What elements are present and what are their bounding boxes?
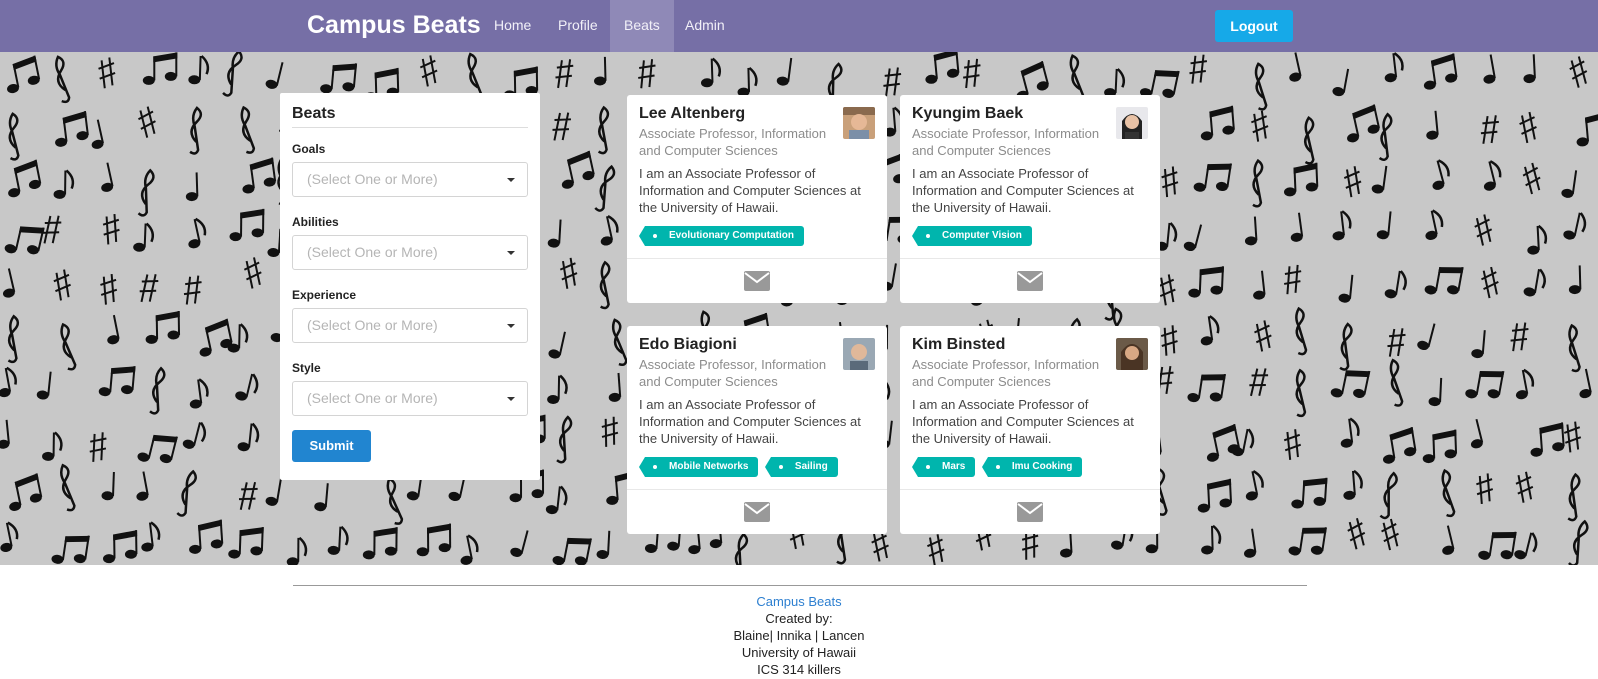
card-name: Lee Altenberg [639, 105, 746, 122]
interest-tag[interactable]: Sailing [764, 457, 838, 477]
experience-select[interactable]: (Select One or More) [292, 308, 528, 343]
card-title: Associate Professor, Information and Com… [639, 126, 827, 158]
style-select[interactable]: (Select One or More) [292, 381, 528, 416]
card-tags: Computer Vision [912, 225, 1148, 246]
footer-university: University of Hawaii [741, 645, 857, 660]
avatar [843, 107, 875, 139]
card-title: Associate Professor, Information and Com… [912, 357, 1100, 389]
card-tags: Mobile Networks Sailing [638, 456, 875, 477]
envelope-icon [744, 270, 770, 291]
nav-beats[interactable]: Beats [610, 0, 674, 52]
card-content: Kim Binsted Associate Professor, Informa… [900, 326, 1160, 490]
abilities-select[interactable]: (Select One or More) [292, 235, 528, 270]
experience-placeholder: (Select One or More) [307, 317, 438, 333]
abilities-label: Abilities [292, 215, 339, 229]
footer-text: Campus Beats Created by: Blaine| Innika … [0, 593, 1598, 678]
experience-label: Experience [292, 288, 357, 302]
email-button[interactable] [627, 259, 887, 302]
chevron-down-icon [507, 251, 515, 255]
goals-label: Goals [292, 142, 326, 156]
card-bio: I am an Associate Professor of Informati… [912, 397, 1134, 446]
footer-divider [293, 585, 1307, 586]
profile-card: Edo Biagioni Associate Professor, Inform… [627, 326, 887, 534]
card-title: Associate Professor, Information and Com… [639, 357, 827, 389]
footer-authors: Blaine| Innika | Lancen [733, 628, 865, 643]
interest-tag[interactable]: Computer Vision [912, 226, 1032, 246]
footer: Campus Beats Created by: Blaine| Innika … [0, 565, 1598, 679]
chevron-down-icon [507, 324, 515, 328]
goals-placeholder: (Select One or More) [307, 171, 438, 187]
email-button[interactable] [900, 259, 1160, 302]
card-tags: Evolutionary Computation [639, 225, 875, 246]
card-name: Kim Binsted [912, 336, 1006, 353]
interest-tag[interactable]: Mobile Networks [638, 457, 759, 477]
goals-select[interactable]: (Select One or More) [292, 162, 528, 197]
card-bio: I am an Associate Professor of Informati… [639, 397, 861, 446]
card-content: Kyungim Baek Associate Professor, Inform… [900, 95, 1160, 259]
avatar [1116, 107, 1148, 139]
nav-admin[interactable]: Admin [671, 0, 739, 52]
interest-tag[interactable]: Mars [911, 457, 976, 477]
logout-button[interactable]: Logout [1215, 10, 1293, 42]
card-name: Edo Biagioni [639, 336, 737, 353]
email-button[interactable] [627, 490, 887, 533]
footer-created-by: Created by: [765, 611, 833, 626]
interest-tag[interactable]: Imu Cooking [981, 457, 1083, 477]
profile-card: Kim Binsted Associate Professor, Informa… [900, 326, 1160, 534]
submit-button[interactable]: Submit [292, 430, 371, 462]
email-button[interactable] [900, 490, 1160, 533]
top-navbar: Campus Beats Home Profile Beats Admin Lo… [0, 0, 1598, 52]
envelope-icon [1017, 501, 1043, 522]
filter-panel: Beats Goals (Select One or More) Abiliti… [280, 93, 540, 480]
card-bio: I am an Associate Professor of Informati… [639, 166, 861, 215]
filter-title: Beats [292, 105, 528, 128]
chevron-down-icon [507, 178, 515, 182]
interest-tag[interactable]: Evolutionary Computation [639, 226, 804, 246]
abilities-placeholder: (Select One or More) [307, 244, 438, 260]
profile-card: Kyungim Baek Associate Professor, Inform… [900, 95, 1160, 303]
avatar [843, 338, 875, 370]
card-title: Associate Professor, Information and Com… [912, 126, 1100, 158]
nav-home[interactable]: Home [480, 0, 545, 52]
profile-card: Lee Altenberg Associate Professor, Infor… [627, 95, 887, 303]
brand-title[interactable]: Campus Beats [307, 11, 481, 40]
footer-brand-link[interactable]: Campus Beats [0, 593, 1598, 610]
footer-course: ICS 314 killers [757, 662, 841, 677]
envelope-icon [744, 501, 770, 522]
nav-profile[interactable]: Profile [544, 0, 612, 52]
card-name: Kyungim Baek [912, 105, 1024, 122]
avatar [1116, 338, 1148, 370]
card-content: Lee Altenberg Associate Professor, Infor… [627, 95, 887, 259]
chevron-down-icon [507, 397, 515, 401]
card-bio: I am an Associate Professor of Informati… [912, 166, 1134, 215]
style-label: Style [292, 361, 321, 375]
style-placeholder: (Select One or More) [307, 390, 438, 406]
card-tags: Mars Imu Cooking [911, 456, 1148, 477]
card-content: Edo Biagioni Associate Professor, Inform… [627, 326, 887, 490]
envelope-icon [1017, 270, 1043, 291]
